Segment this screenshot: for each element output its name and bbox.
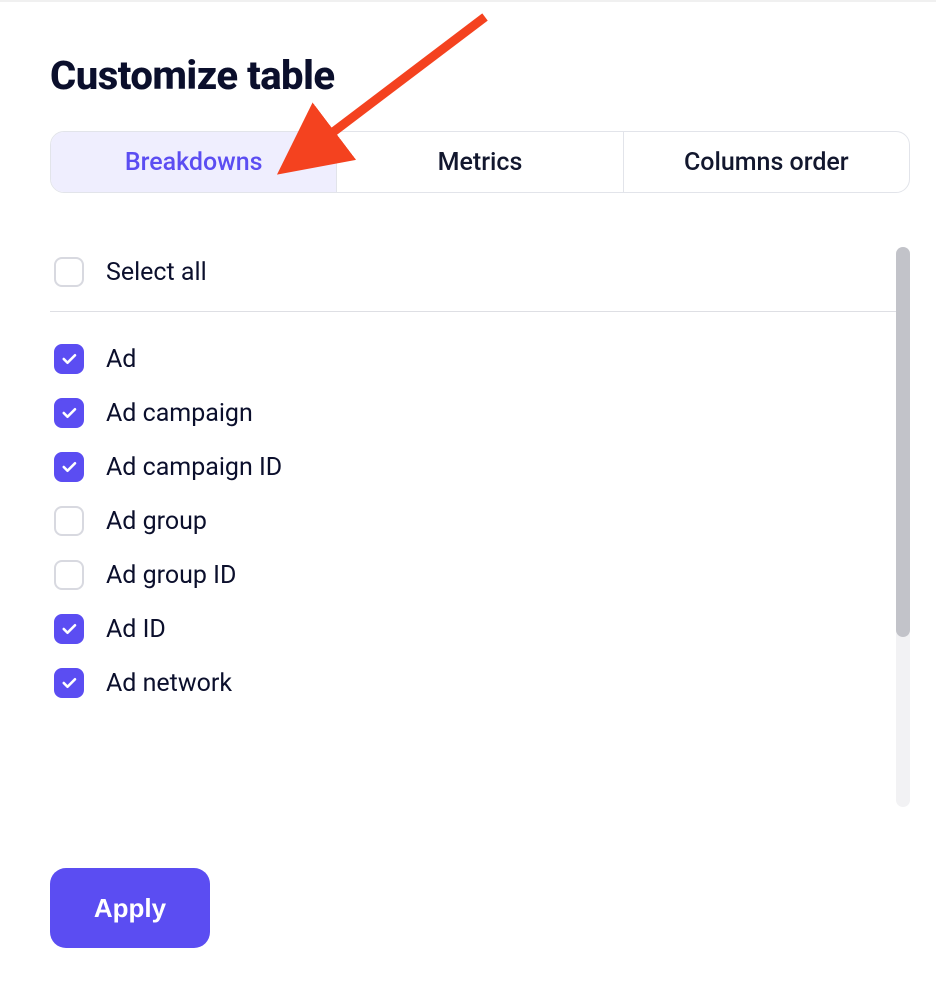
breakdown-row: Ad ID (50, 602, 898, 656)
check-icon (60, 404, 78, 422)
breakdown-row: Ad group ID (50, 548, 898, 602)
tab-label: Breakdowns (125, 148, 263, 177)
breakdown-checkbox[interactable] (54, 398, 84, 428)
tabs: Breakdowns Metrics Columns order (50, 131, 910, 193)
apply-button-label: Apply (94, 893, 166, 923)
breakdown-label: Ad group (106, 507, 207, 536)
apply-button[interactable]: Apply (50, 868, 210, 948)
tab-label: Columns order (684, 148, 849, 177)
select-all-checkbox[interactable] (54, 257, 84, 287)
breakdown-label: Ad ID (106, 615, 166, 644)
check-icon (60, 350, 78, 368)
breakdown-label: Ad group ID (106, 561, 236, 590)
breakdown-checkbox[interactable] (54, 614, 84, 644)
tab-breakdowns[interactable]: Breakdowns (51, 132, 337, 192)
breakdown-row: Ad group (50, 494, 898, 548)
breakdowns-list: Select all Ad Ad campaign Ad campaig (50, 245, 898, 810)
tab-columns-order[interactable]: Columns order (624, 132, 909, 192)
breakdown-checkbox[interactable] (54, 452, 84, 482)
tab-label: Metrics (438, 148, 523, 177)
select-all-row: Select all (50, 245, 898, 311)
divider (50, 311, 898, 312)
breakdown-checkbox[interactable] (54, 344, 84, 374)
breakdown-label: Ad (106, 345, 136, 374)
breakdown-checkbox[interactable] (54, 506, 84, 536)
check-icon (60, 674, 78, 692)
breakdown-checkbox[interactable] (54, 668, 84, 698)
select-all-label: Select all (106, 258, 207, 287)
tab-metrics[interactable]: Metrics (337, 132, 623, 192)
breakdown-label: Ad network (106, 669, 232, 698)
check-icon (60, 620, 78, 638)
breakdown-label: Ad campaign (106, 399, 253, 428)
breakdown-row: Ad campaign (50, 386, 898, 440)
page-title: Customize table (50, 52, 886, 99)
scrollbar-thumb[interactable] (896, 247, 910, 637)
breakdown-checkbox[interactable] (54, 560, 84, 590)
breakdown-row: Ad campaign ID (50, 440, 898, 494)
check-icon (60, 458, 78, 476)
breakdown-label: Ad campaign ID (106, 453, 282, 482)
customize-table-panel: Customize table Breakdowns Metrics Colum… (0, 0, 936, 990)
breakdown-row: Ad network (50, 656, 898, 710)
breakdowns-list-container: Select all Ad Ad campaign Ad campaig (50, 245, 910, 810)
breakdown-row: Ad (50, 332, 898, 386)
